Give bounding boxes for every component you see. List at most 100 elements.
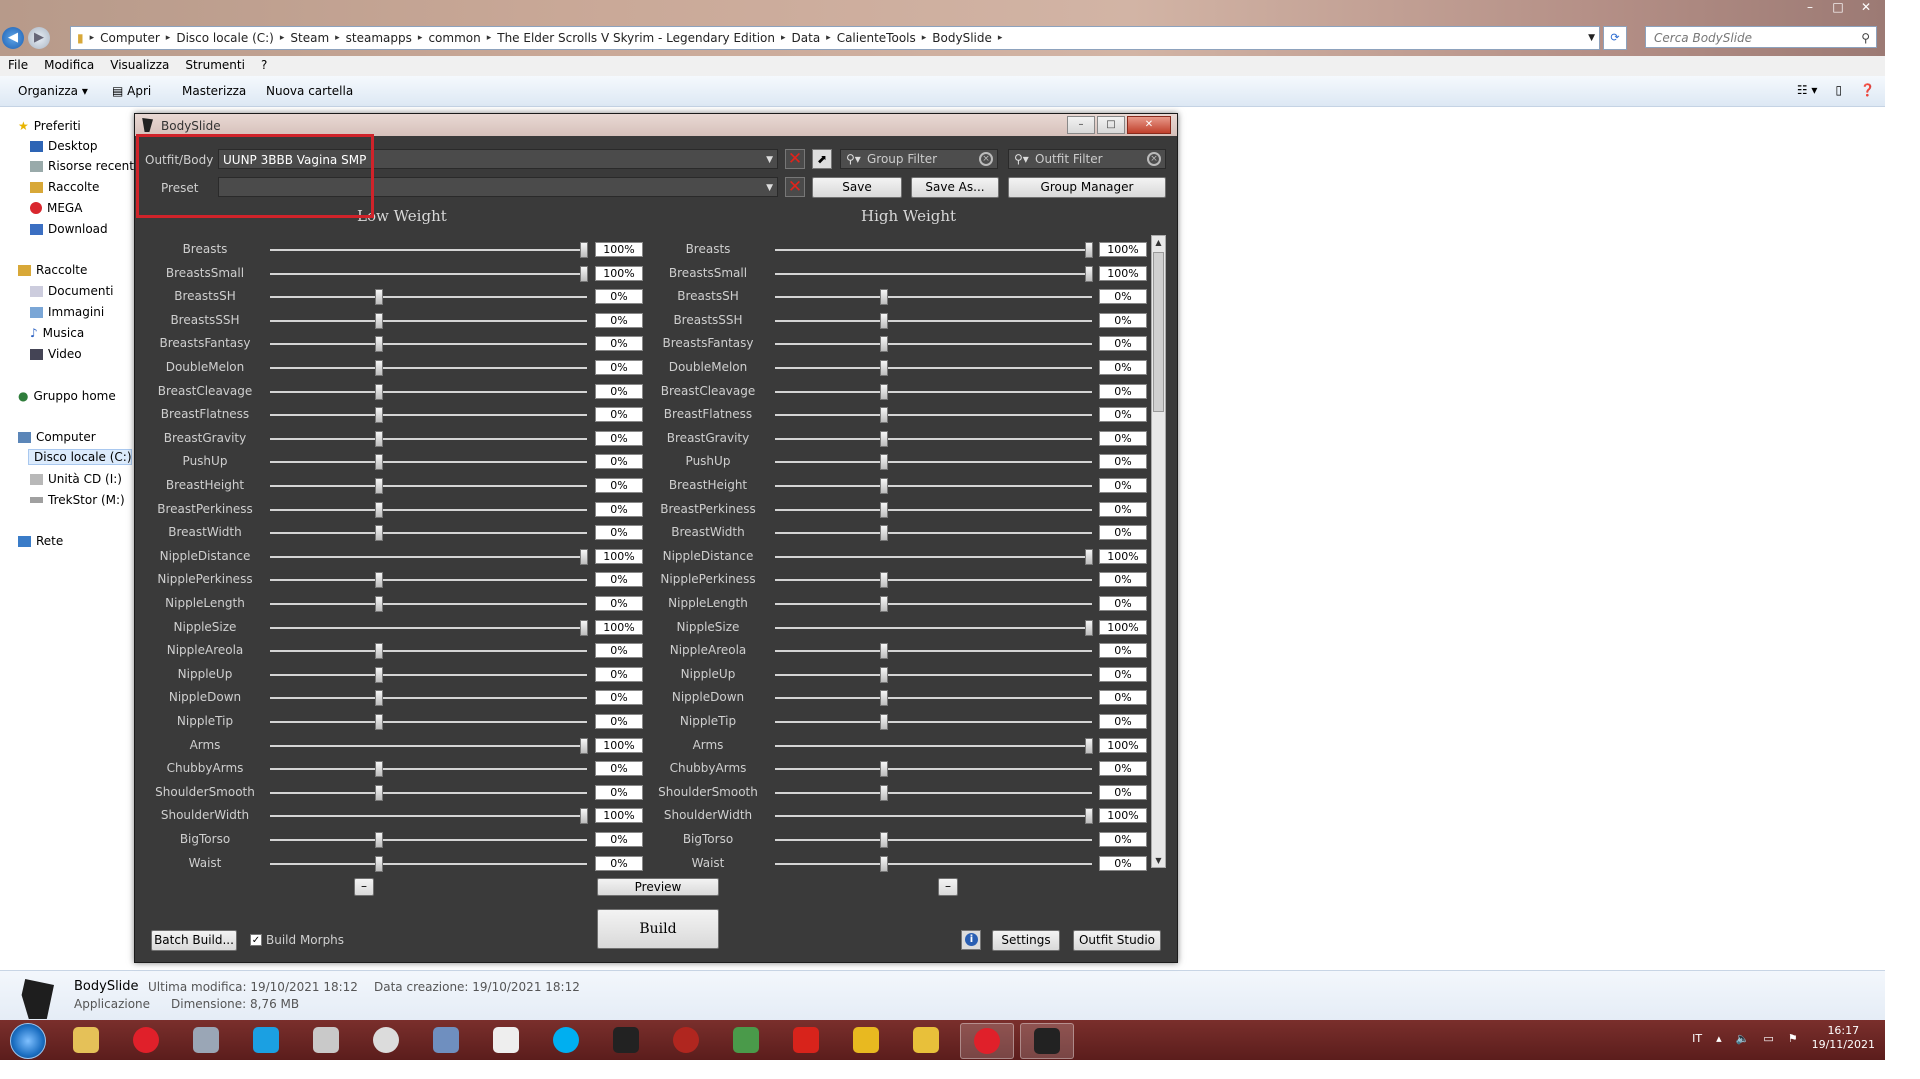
breadcrumb-item[interactable]: The Elder Scrolls V Skyrim - Legendary E…	[491, 31, 781, 45]
breadcrumb-item[interactable]: Computer	[94, 31, 166, 45]
clear-filter-icon[interactable]: ×	[979, 152, 993, 166]
group-manager-button[interactable]: Group Manager	[1008, 177, 1166, 198]
taskbar-item[interactable]	[420, 1023, 472, 1057]
high-slider-track[interactable]	[775, 438, 1092, 440]
high-slider-value-input[interactable]: 0%	[1099, 572, 1147, 587]
sidebar-item-cd[interactable]: Unità CD (I:)	[30, 472, 122, 486]
high-slider-value-input[interactable]: 0%	[1099, 667, 1147, 682]
burn-button[interactable]: Masterizza	[182, 84, 246, 98]
high-slider-value-input[interactable]: 0%	[1099, 478, 1147, 493]
taskbar-item[interactable]	[120, 1023, 172, 1057]
flag-icon[interactable]: ⚑	[1788, 1032, 1798, 1045]
taskbar-item[interactable]	[660, 1023, 712, 1057]
high-slider-thumb[interactable]	[880, 572, 888, 588]
back-button[interactable]: ◀	[2, 27, 24, 49]
menu-visualizza[interactable]: Visualizza	[102, 56, 177, 76]
high-slider-value-input[interactable]: 0%	[1099, 690, 1147, 705]
high-slider-track[interactable]	[775, 414, 1092, 416]
high-slider-value-input[interactable]: 0%	[1099, 384, 1147, 399]
sidebar-network[interactable]: Rete	[18, 534, 63, 548]
high-slider-value-input[interactable]: 0%	[1099, 643, 1147, 658]
sidebar-item-video[interactable]: Video	[30, 347, 82, 361]
clear-outfit-button[interactable]: ✕	[785, 149, 805, 169]
volume-icon[interactable]: 🔈	[1736, 1032, 1750, 1045]
bs-maximize-button[interactable]: □	[1097, 116, 1125, 134]
high-slider-value-input[interactable]: 0%	[1099, 313, 1147, 328]
high-slider-value-input[interactable]: 0%	[1099, 407, 1147, 422]
breadcrumb-item[interactable]: Data	[786, 31, 827, 45]
sidebar-item-trekstor[interactable]: TrekStor (M:)	[30, 493, 125, 507]
menu-help[interactable]: ?	[253, 56, 275, 76]
high-slider-thumb[interactable]	[880, 525, 888, 541]
high-slider-thumb[interactable]	[1085, 266, 1093, 282]
high-slider-thumb[interactable]	[1085, 620, 1093, 636]
high-slider-track[interactable]	[775, 343, 1092, 345]
build-button[interactable]: Build	[597, 909, 719, 949]
outfit-body-combo[interactable]: UUNP 3BBB Vagina SMP ▼	[218, 149, 778, 169]
maximize-button[interactable]: □	[1827, 0, 1849, 16]
high-slider-thumb[interactable]	[880, 360, 888, 376]
taskbar-item[interactable]	[540, 1023, 592, 1057]
clear-filter-icon[interactable]: ×	[1147, 152, 1161, 166]
breadcrumb-item[interactable]: Steam	[284, 31, 335, 45]
breadcrumb-item[interactable]: Disco locale (C:)	[170, 31, 280, 45]
high-slider-value-input[interactable]: 100%	[1099, 738, 1147, 753]
high-slider-value-input[interactable]: 0%	[1099, 832, 1147, 847]
language-indicator[interactable]: IT	[1692, 1032, 1702, 1045]
save-as-button[interactable]: Save As...	[911, 177, 999, 198]
high-slider-value-input[interactable]: 0%	[1099, 431, 1147, 446]
high-slider-value-input[interactable]: 0%	[1099, 360, 1147, 375]
high-slider-thumb[interactable]	[880, 667, 888, 683]
sidebar-item-disco-c[interactable]: Disco locale (C:)	[28, 449, 132, 465]
taskbar-item[interactable]	[960, 1023, 1014, 1059]
preview-pane-icon[interactable]: ▯	[1835, 83, 1842, 97]
sidebar-item-immagini[interactable]: Immagini	[30, 305, 104, 319]
low-weight-collapse-button[interactable]: –	[354, 878, 374, 896]
sidebar-item-recent[interactable]: Risorse recenti	[30, 159, 137, 173]
sidebar-item-mega[interactable]: MEGA	[30, 201, 82, 215]
high-slider-track[interactable]	[775, 863, 1092, 865]
high-slider-value-input[interactable]: 0%	[1099, 289, 1147, 304]
scroll-thumb[interactable]	[1153, 252, 1164, 412]
taskbar-item[interactable]	[720, 1023, 772, 1057]
taskbar-item[interactable]	[900, 1023, 952, 1057]
help-icon[interactable]: ❓	[1860, 83, 1875, 97]
high-slider-value-input[interactable]: 100%	[1099, 266, 1147, 281]
high-slider-track[interactable]	[775, 367, 1092, 369]
taskbar-item[interactable]	[480, 1023, 532, 1057]
address-bar[interactable]: ▮ ▸ Computer ▸ Disco locale (C:) ▸ Steam ▸ …	[70, 26, 1600, 50]
high-slider-thumb[interactable]	[1085, 242, 1093, 258]
high-slider-thumb[interactable]	[880, 289, 888, 305]
high-slider-track[interactable]	[775, 249, 1092, 251]
high-slider-track[interactable]	[775, 461, 1092, 463]
outfit-filter-input[interactable]: ⚲▾ Outfit Filter ×	[1008, 149, 1166, 169]
high-slider-track[interactable]	[775, 697, 1092, 699]
high-slider-thumb[interactable]	[880, 313, 888, 329]
high-slider-thumb[interactable]	[880, 502, 888, 518]
high-slider-thumb[interactable]	[880, 785, 888, 801]
taskbar-item[interactable]	[360, 1023, 412, 1057]
menu-file[interactable]: File	[0, 56, 36, 76]
sidebar-computer[interactable]: Computer	[18, 430, 96, 444]
menu-strumenti[interactable]: Strumenti	[177, 56, 253, 76]
outfit-reload-button[interactable]: ⬈	[812, 149, 832, 169]
breadcrumb-item[interactable]: CalienteTools	[831, 31, 922, 45]
group-filter-input[interactable]: ⚲▾ Group Filter ×	[840, 149, 998, 169]
scroll-down-icon[interactable]: ▼	[1152, 854, 1165, 867]
high-slider-thumb[interactable]	[880, 384, 888, 400]
high-slider-track[interactable]	[775, 556, 1092, 558]
open-button[interactable]: ▤ Apri	[112, 84, 151, 98]
outfit-studio-button[interactable]: Outfit Studio	[1073, 930, 1161, 951]
high-slider-value-input[interactable]: 100%	[1099, 620, 1147, 635]
delete-preset-button[interactable]: ✕	[785, 177, 805, 197]
high-slider-track[interactable]	[775, 532, 1092, 534]
high-slider-thumb[interactable]	[880, 454, 888, 470]
high-slider-thumb[interactable]	[880, 336, 888, 352]
about-button[interactable]: i	[961, 930, 981, 950]
clock[interactable]: 16:17 19/11/2021	[1812, 1024, 1875, 1052]
high-slider-value-input[interactable]: 0%	[1099, 525, 1147, 540]
sidebar-item-raccolte[interactable]: Raccolte	[30, 180, 99, 194]
sidebar-homegroup[interactable]: ● Gruppo home	[18, 389, 116, 403]
taskbar-item[interactable]	[1020, 1023, 1074, 1059]
sidebar-item-documenti[interactable]: Documenti	[30, 284, 114, 298]
